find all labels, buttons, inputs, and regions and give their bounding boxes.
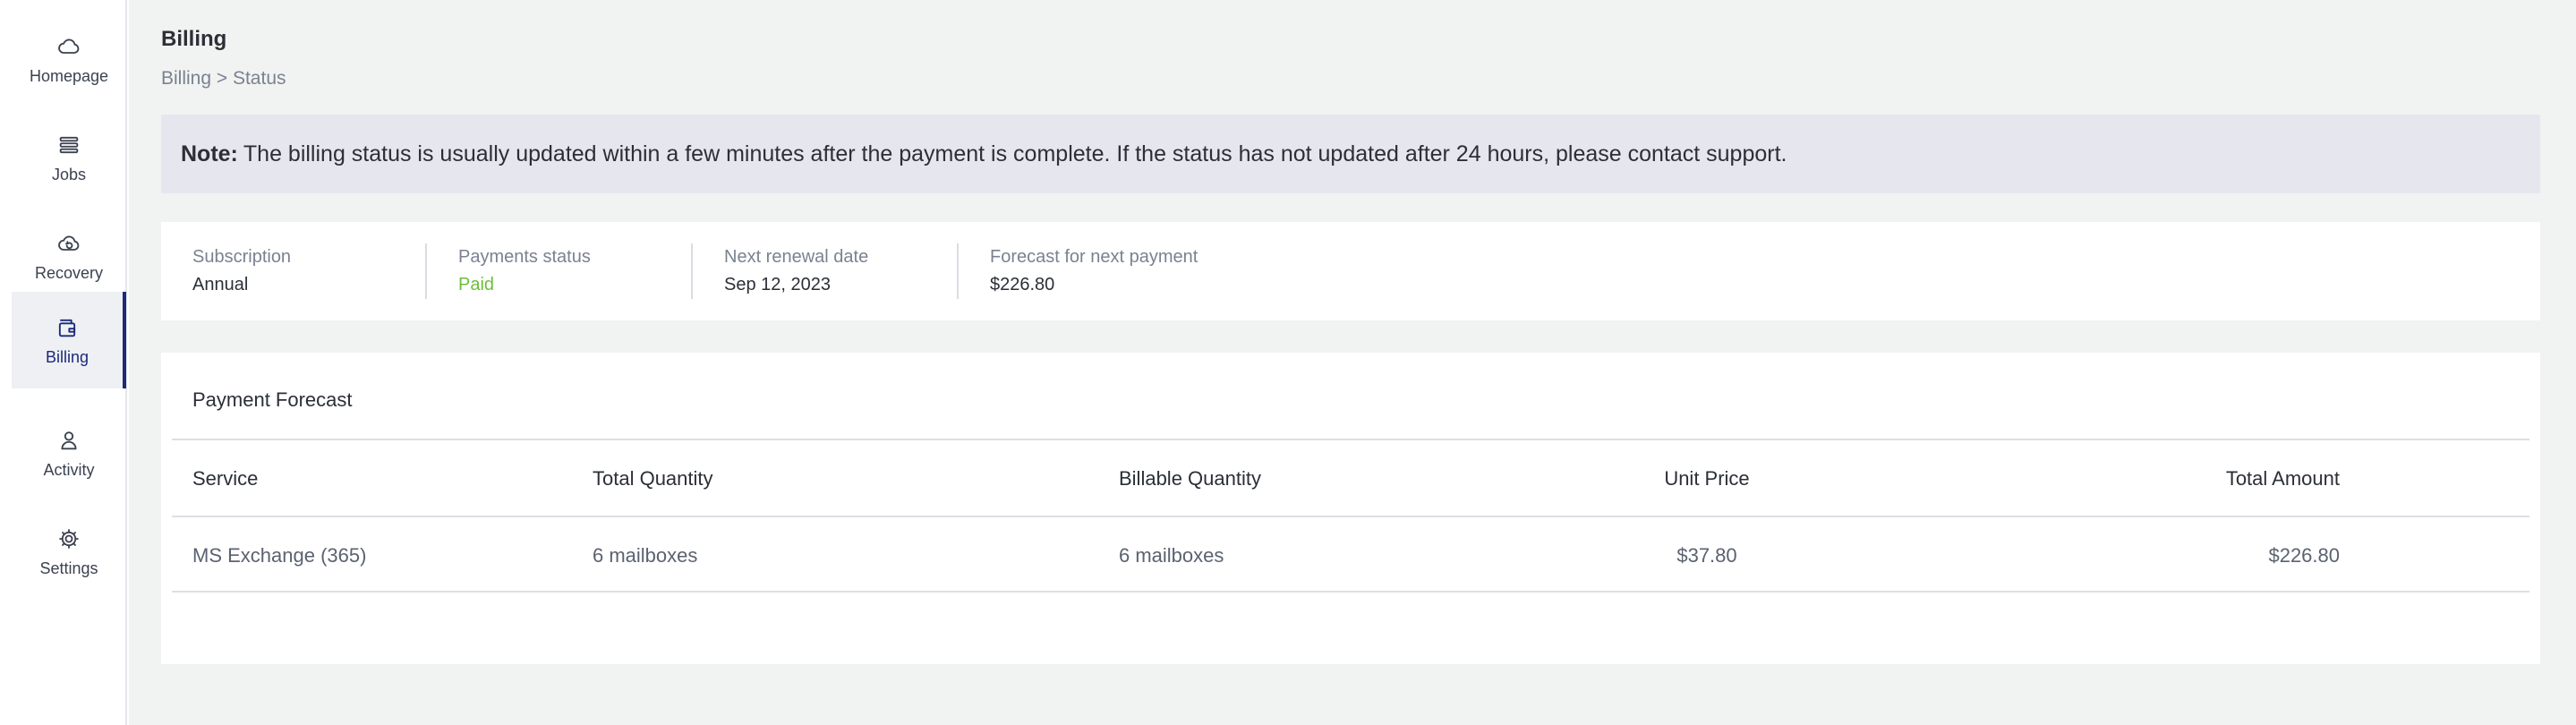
payment-forecast-panel: Payment Forecast Service Total Quantity … <box>161 353 2540 664</box>
summary-next-renewal: Next renewal date Sep 12, 2023 <box>693 243 959 299</box>
sidebar-item-label: Activity <box>43 460 95 479</box>
sidebar: Homepage Jobs Recovery Billing Activity … <box>0 0 127 725</box>
sidebar-item-label: Recovery <box>34 263 104 282</box>
sidebar-item-label: Homepage <box>29 66 109 85</box>
status-badge: Paid <box>458 275 495 294</box>
summary-value: $226.80 <box>990 275 1055 294</box>
summary-forecast: Forecast for next payment $226.80 <box>959 243 1198 299</box>
summary-label: Subscription <box>192 247 292 267</box>
cell-unit-price: $37.80 <box>1676 544 1737 567</box>
summary-label: Forecast for next payment <box>990 247 1198 267</box>
cell-total-amount: $226.80 <box>2268 544 2340 567</box>
sidebar-item-settings[interactable]: Settings <box>12 503 126 600</box>
note-text: The billing status is usually updated wi… <box>243 141 1787 166</box>
cloud-restore-icon <box>55 230 82 257</box>
summary-subscription: Subscription Annual <box>161 243 427 299</box>
table-row: MS Exchange (365) 6 mailboxes 6 mailboxe… <box>172 516 2529 593</box>
wallet-icon <box>54 314 81 341</box>
breadcrumb[interactable]: Billing > Status <box>161 68 286 90</box>
note-prefix: Note: <box>181 141 238 166</box>
cell-billable-quantity: 6 mailboxes <box>1119 544 1224 567</box>
sidebar-item-jobs[interactable]: Jobs <box>12 109 126 206</box>
sidebar-item-label: Jobs <box>51 165 87 183</box>
stack-icon <box>55 132 82 158</box>
summary-value: Sep 12, 2023 <box>724 275 831 294</box>
summary-value: Annual <box>192 275 249 294</box>
column-header-total-amount: Total Amount <box>2225 467 2340 490</box>
user-icon <box>55 427 82 454</box>
payment-forecast-table: Service Total Quantity Billable Quantity… <box>172 439 2529 593</box>
sidebar-item-recovery[interactable]: Recovery <box>12 208 126 304</box>
column-header-billable-quantity: Billable Quantity <box>1119 467 1261 490</box>
cell-total-quantity: 6 mailboxes <box>593 544 698 567</box>
summary-payments-status: Payments status Paid <box>427 243 693 299</box>
table-header-row: Service Total Quantity Billable Quantity… <box>172 439 2529 516</box>
section-title: Payment Forecast <box>192 388 353 411</box>
sidebar-item-homepage[interactable]: Homepage <box>12 11 126 107</box>
sidebar-item-activity[interactable]: Activity <box>12 405 126 501</box>
billing-summary: Subscription Annual Payments status Paid… <box>161 222 2540 320</box>
summary-label: Payments status <box>458 247 591 267</box>
cell-service: MS Exchange (365) <box>192 544 367 567</box>
column-header-service: Service <box>192 467 259 490</box>
page-title: Billing <box>161 27 227 51</box>
column-header-unit-price: Unit Price <box>1664 467 1750 490</box>
column-header-total-quantity: Total Quantity <box>593 467 713 490</box>
cloud-icon <box>55 33 82 60</box>
gear-icon <box>55 525 82 552</box>
sidebar-item-label: Billing <box>45 347 90 366</box>
summary-label: Next renewal date <box>724 247 869 267</box>
info-note: Note: The billing status is usually upda… <box>161 115 2540 193</box>
sidebar-item-label: Settings <box>39 559 98 577</box>
sidebar-item-billing[interactable]: Billing <box>12 292 126 388</box>
main-content: Billing Billing > Status Note: The billi… <box>129 0 2576 725</box>
